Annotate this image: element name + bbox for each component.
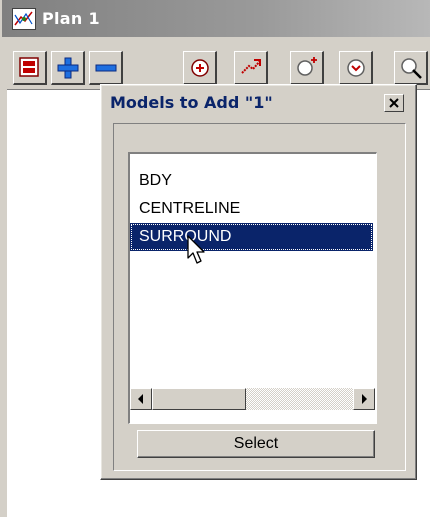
zoom-extent-button[interactable] xyxy=(339,51,373,85)
list-item[interactable]: CENTRELINE xyxy=(130,195,373,223)
plan-view-icon xyxy=(12,8,36,30)
pan-icon xyxy=(241,59,261,74)
scroll-right-button[interactable] xyxy=(353,388,375,410)
list-item[interactable]: BDY xyxy=(130,167,373,195)
select-button[interactable]: Select xyxy=(137,430,375,458)
pick-icon xyxy=(401,58,422,79)
pick-button[interactable] xyxy=(394,51,428,85)
model-list[interactable]: BDY CENTRELINE SURROUND xyxy=(128,152,377,424)
window-title: Plan 1 xyxy=(42,9,100,28)
dialog-titlebar[interactable]: Models to Add "1" xyxy=(104,88,413,118)
list-item-selected[interactable]: SURROUND xyxy=(130,223,373,251)
layers-button[interactable] xyxy=(13,51,47,85)
arrow-right-icon xyxy=(362,394,367,404)
horizontal-scrollbar[interactable] xyxy=(130,388,375,410)
zoom-extent-icon xyxy=(347,59,365,77)
plan-titlebar[interactable]: Plan 1 xyxy=(2,0,430,37)
zoom-window-button[interactable] xyxy=(290,51,324,85)
add-model-icon xyxy=(57,57,79,79)
remove-model-button[interactable] xyxy=(89,51,123,85)
plan-toolbar xyxy=(2,37,430,90)
dialog-title: Models to Add "1" xyxy=(110,93,273,112)
pan-button[interactable] xyxy=(234,51,268,85)
layers-icon xyxy=(19,57,39,77)
add-model-button[interactable] xyxy=(51,51,85,85)
models-to-add-dialog: Models to Add "1" BDY CENTRELINE SURROUN… xyxy=(100,84,417,480)
mouse-pointer-icon xyxy=(187,235,205,264)
zoom-button[interactable] xyxy=(183,51,217,85)
zoom-window-icon xyxy=(297,57,317,76)
scroll-left-button[interactable] xyxy=(130,388,152,410)
close-icon xyxy=(389,98,399,108)
scroll-thumb[interactable] xyxy=(152,388,246,410)
close-button[interactable] xyxy=(384,94,404,112)
remove-model-icon xyxy=(95,64,117,72)
plan-window-border xyxy=(2,89,7,517)
arrow-left-icon xyxy=(138,394,143,404)
zoom-icon xyxy=(191,59,209,77)
